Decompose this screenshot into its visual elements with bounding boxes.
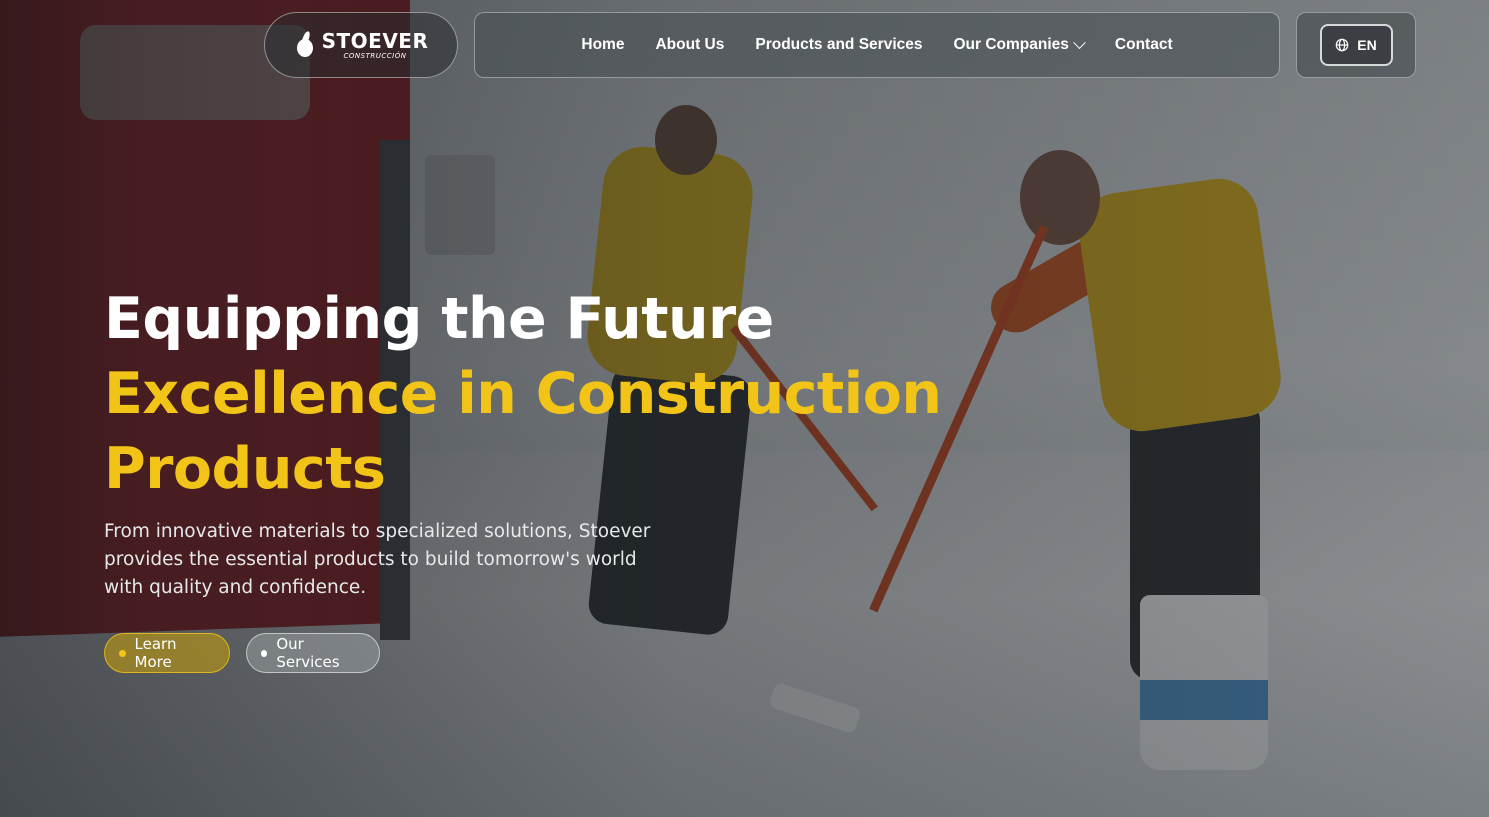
- logo-link[interactable]: STOEVER CONSTRUCCIÓN: [264, 12, 458, 78]
- hero-title-line-3: Products: [104, 436, 386, 502]
- language-container: EN: [1296, 12, 1416, 78]
- our-services-label: Our Services: [276, 635, 340, 671]
- our-services-button[interactable]: Our Services: [246, 633, 380, 673]
- nav-item-about-us[interactable]: About Us: [640, 36, 740, 54]
- hero-title-line-1: Equipping the Future: [104, 286, 774, 352]
- nav-item-label: Home: [581, 36, 625, 53]
- nav-item-contact[interactable]: Contact: [1099, 36, 1188, 54]
- main-navigation: Home About Us Products and Services Our …: [474, 12, 1280, 78]
- language-switcher-button[interactable]: EN: [1319, 24, 1393, 66]
- nav-item-products-and-services[interactable]: Products and Services: [740, 36, 938, 54]
- hero-heading: Equipping the Future Excellence in Const…: [104, 282, 942, 507]
- brand-subtitle: CONSTRUCCIÓN: [343, 51, 407, 60]
- language-code: EN: [1357, 37, 1377, 53]
- chevron-down-icon: [1073, 35, 1086, 49]
- nav-item-label: About Us: [655, 36, 725, 53]
- nav-item-label: Products and Services: [755, 36, 923, 53]
- globe-icon: [1335, 38, 1349, 52]
- nav-item-home[interactable]: Home: [566, 36, 640, 54]
- nav-item-label: Our Companies: [953, 36, 1069, 53]
- hero-description: From innovative materials to specialized…: [104, 521, 651, 598]
- nav-item-our-companies[interactable]: Our Companies: [938, 35, 1099, 54]
- flame-drop-logo-icon: [294, 31, 316, 59]
- bullet-dot-icon: [119, 649, 126, 657]
- nav-item-label: Contact: [1114, 36, 1173, 53]
- learn-more-label: Learn More: [134, 635, 177, 671]
- hero-title-line-2: Excellence in Construction: [104, 361, 942, 427]
- bullet-dot-icon: [261, 649, 268, 657]
- learn-more-button[interactable]: Learn More: [104, 633, 230, 673]
- brand-name: STOEVER: [321, 28, 429, 53]
